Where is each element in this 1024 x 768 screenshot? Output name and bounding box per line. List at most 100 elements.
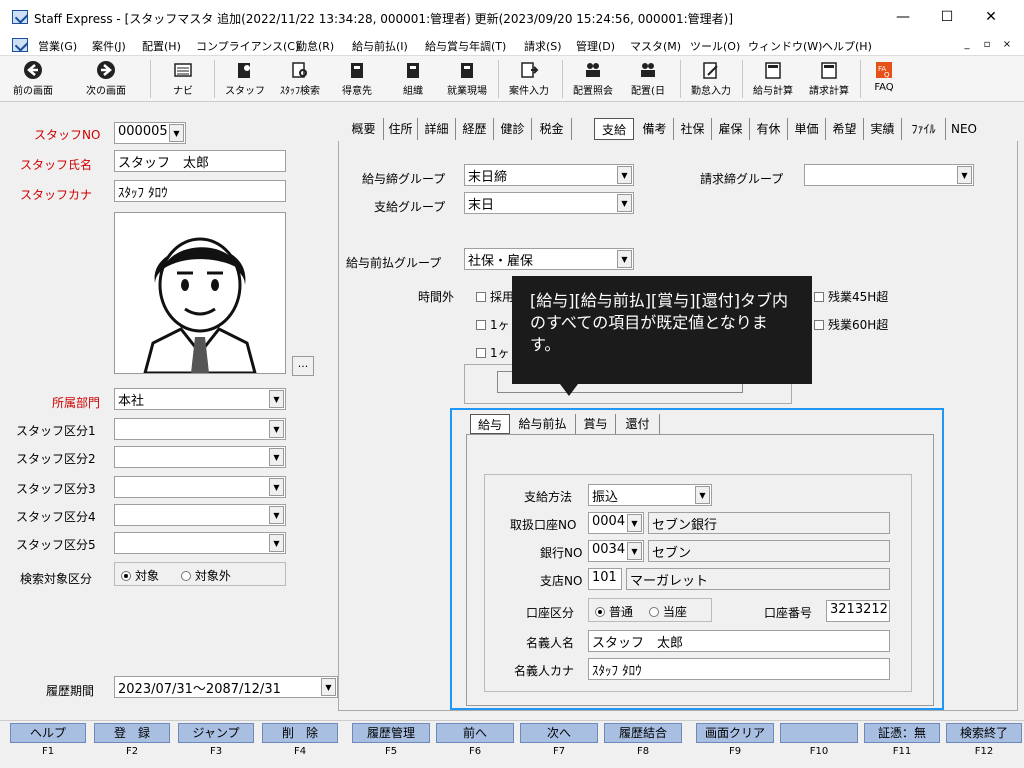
f7-next-button[interactable]: 次へ	[520, 723, 598, 743]
minimize-button[interactable]: —	[880, 0, 926, 34]
overtime-option-2[interactable]: 1ヶ	[476, 316, 510, 333]
toolbar-worksite-button[interactable]: 就業現場	[440, 58, 494, 100]
tab-history[interactable]: 経歴	[456, 118, 494, 140]
faq-icon: FAQ	[876, 62, 892, 79]
menu-case[interactable]: 案件(J)	[92, 38, 126, 54]
f12-end-search-button[interactable]: 検索終了	[946, 723, 1022, 743]
closing-group-select[interactable]: 末日締 ▼	[464, 164, 634, 186]
close-button[interactable]: ✕	[968, 0, 1014, 34]
branch-no-field[interactable]: 101	[588, 568, 622, 590]
billing-group-select[interactable]: ▼	[804, 164, 974, 186]
menu-admin[interactable]: 管理(D)	[576, 38, 615, 54]
toolbar-staff-search-button[interactable]: ｽﾀｯﾌ検索	[272, 58, 328, 100]
tab-health[interactable]: 健診	[494, 118, 532, 140]
tab-notes[interactable]: 備考	[636, 118, 674, 140]
f11-evidence-button[interactable]: 証憑：無	[864, 723, 940, 743]
holder-name-field[interactable]: スタッフ 太郎	[588, 630, 890, 652]
maximize-button[interactable]: ☐	[924, 0, 970, 34]
overtime-60h-checkbox[interactable]: 残業60H超	[814, 316, 888, 333]
advance-group-select[interactable]: 社保・雇保 ▼	[464, 248, 634, 270]
overtime-option-1[interactable]: 採用	[476, 288, 514, 305]
dept-label: 所属部門	[52, 396, 101, 410]
toolbar-forward-button[interactable]: 次の画面	[76, 58, 136, 100]
staff-name-field[interactable]: スタッフ 太郎	[114, 150, 286, 172]
tab-wishes[interactable]: 希望	[826, 118, 864, 140]
tab-overview[interactable]: 概要	[344, 118, 384, 140]
f8-merge-button[interactable]: 履歴結合	[604, 723, 682, 743]
staff-class5-select[interactable]: ▼	[114, 532, 286, 554]
toolbar-navi-button[interactable]: ナビ	[160, 58, 206, 100]
f4-delete-button[interactable]: 削 除	[262, 723, 338, 743]
f10-button[interactable]	[780, 723, 858, 743]
toolbar-staff-button[interactable]: スタッフ	[222, 58, 268, 100]
toolbar-customer-button[interactable]: 得意先	[334, 58, 380, 100]
mdi-restore-button[interactable]: ▫	[980, 38, 994, 52]
toolbar-separator	[498, 60, 499, 98]
menu-help[interactable]: ヘルプ(H)	[822, 38, 872, 54]
tab-address[interactable]: 住所	[384, 118, 418, 140]
search-target-radio-off[interactable]: 対象外	[180, 569, 231, 583]
history-period-select[interactable]: 2023/07/31～2087/12/31 ▼	[114, 676, 338, 698]
toolbar-back-button[interactable]: 前の画面	[6, 58, 60, 100]
tab-details[interactable]: 詳細	[418, 118, 456, 140]
menu-sales[interactable]: 営業(G)	[38, 38, 77, 54]
staff-class2-select[interactable]: ▼	[114, 446, 286, 468]
f9-clear-button[interactable]: 画面クリア	[696, 723, 774, 743]
account-type-radio-ordinary[interactable]: 普通	[595, 605, 633, 619]
mdi-minimize-button[interactable]: _	[960, 38, 974, 52]
staff-no-select[interactable]: 000005 ▼	[114, 122, 186, 144]
search-target-radio-on[interactable]: 対象	[121, 569, 159, 583]
staff-class1-select[interactable]: ▼	[114, 418, 286, 440]
menu-advance[interactable]: 給与前払(I)	[352, 38, 408, 54]
staff-class4-select[interactable]: ▼	[114, 504, 286, 526]
toolbar-billing-calc-button[interactable]: 請求計算	[802, 58, 856, 100]
f5-history-button[interactable]: 履歴管理	[352, 723, 430, 743]
tab-results[interactable]: 実績	[864, 118, 902, 140]
overtime-option-3[interactable]: 1ヶ	[476, 344, 510, 361]
menu-tools[interactable]: ツール(O)	[690, 38, 740, 54]
mdi-close-button[interactable]: ×	[1000, 38, 1014, 52]
tab-neo[interactable]: NEO	[946, 118, 982, 140]
holder-kana-field[interactable]: ｽﾀｯﾌ ﾀﾛｳ	[588, 658, 890, 680]
tab-unit-price[interactable]: 単価	[788, 118, 826, 140]
overtime-45h-checkbox[interactable]: 残業45H超	[814, 288, 888, 305]
tab-social-insurance[interactable]: 社保	[674, 118, 712, 140]
menu-master[interactable]: マスタ(M)	[630, 38, 681, 54]
menu-billing[interactable]: 請求(S)	[524, 38, 562, 54]
bank-no-select[interactable]: 0034 ▼	[588, 540, 644, 562]
subtab-refund[interactable]: 還付	[616, 414, 660, 434]
account-type-radio-current[interactable]: 当座	[648, 605, 687, 619]
pay-method-select[interactable]: 振込 ▼	[588, 484, 712, 506]
subtab-advance[interactable]: 給与前払	[510, 414, 576, 434]
account-no-field[interactable]: 3213212	[826, 600, 890, 622]
menu-window[interactable]: ウィンドウ(W)	[748, 38, 822, 54]
toolbar-faq-button[interactable]: FA Q FAQ	[864, 58, 904, 100]
tab-files[interactable]: ﾌｧｲﾙ	[902, 118, 946, 140]
photo-browse-button[interactable]: ...	[292, 356, 314, 376]
f2-register-button[interactable]: 登 録	[94, 723, 170, 743]
toolbar-payroll-calc-button[interactable]: 給与計算	[746, 58, 800, 100]
f1-help-button[interactable]: ヘルプ	[10, 723, 86, 743]
staff-class3-select[interactable]: ▼	[114, 476, 286, 498]
menu-compliance[interactable]: コンプライアンス(C)	[196, 38, 299, 54]
f3-jump-button[interactable]: ジャンプ	[178, 723, 254, 743]
dept-select[interactable]: 本社 ▼	[114, 388, 286, 410]
menu-assign[interactable]: 配置(H)	[142, 38, 181, 54]
subtab-bonus[interactable]: 賞与	[576, 414, 616, 434]
bank-account-code-select[interactable]: 0004 ▼	[588, 512, 644, 534]
f6-prev-button[interactable]: 前へ	[436, 723, 514, 743]
tab-payment[interactable]: 支給	[594, 118, 634, 140]
toolbar-assign-inquiry-button[interactable]: 配置照会	[566, 58, 620, 100]
payment-group-select[interactable]: 末日 ▼	[464, 192, 634, 214]
toolbar-org-button[interactable]: 組織	[390, 58, 436, 100]
menu-attendance[interactable]: 勤怠(R)	[296, 38, 334, 54]
subtab-salary[interactable]: 給与	[470, 414, 510, 434]
tab-tax[interactable]: 税金	[532, 118, 572, 140]
menu-payroll[interactable]: 給与賞与年調(T)	[425, 38, 506, 54]
toolbar-assign-daily-button[interactable]: 配置(日	[624, 58, 672, 100]
tab-employment-insurance[interactable]: 雇保	[712, 118, 750, 140]
tab-paid-leave[interactable]: 有休	[750, 118, 788, 140]
toolbar-case-entry-button[interactable]: 案件入力	[502, 58, 556, 100]
toolbar-attendance-button[interactable]: 勤怠入力	[684, 58, 738, 100]
staff-kana-field[interactable]: ｽﾀｯﾌ ﾀﾛｳ	[114, 180, 286, 202]
